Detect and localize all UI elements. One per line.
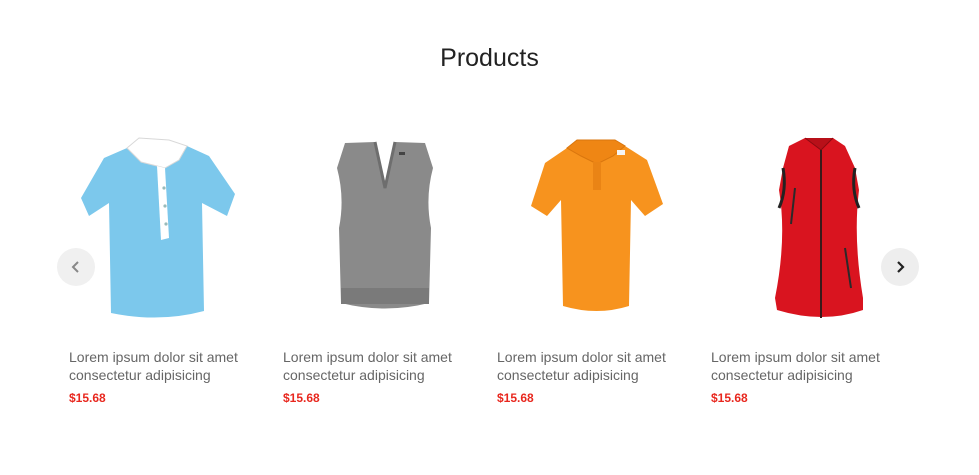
carousel-next-button[interactable] — [881, 248, 919, 286]
product-title[interactable]: Lorem ipsum dolor sit amet consectetur a… — [497, 348, 697, 384]
product-image[interactable] — [711, 128, 911, 328]
orange-polo-shirt-image — [531, 139, 663, 311]
red-softshell-vest-image — [775, 137, 863, 318]
product-price: $15.68 — [497, 391, 534, 405]
product-card[interactable]: Lorem ipsum dolor sit amet consectetur a… — [69, 128, 269, 405]
product-image[interactable] — [497, 128, 697, 328]
grey-knit-vest-image — [337, 141, 433, 309]
product-card[interactable]: Lorem ipsum dolor sit amet consectetur a… — [497, 128, 697, 405]
product-title[interactable]: Lorem ipsum dolor sit amet consectetur a… — [69, 348, 269, 384]
light-blue-polo-shirt-image — [81, 137, 235, 318]
product-carousel: Lorem ipsum dolor sit amet consectetur a… — [0, 0, 979, 475]
product-image[interactable] — [283, 128, 483, 328]
chevron-right-icon — [897, 261, 905, 273]
product-image[interactable] — [59, 128, 259, 328]
product-title[interactable]: Lorem ipsum dolor sit amet consectetur a… — [711, 348, 911, 384]
product-price: $15.68 — [283, 391, 320, 405]
product-card[interactable]: Lorem ipsum dolor sit amet consectetur a… — [283, 128, 483, 405]
product-price: $15.68 — [69, 391, 106, 405]
product-title[interactable]: Lorem ipsum dolor sit amet consectetur a… — [283, 348, 483, 384]
product-price: $15.68 — [711, 391, 748, 405]
